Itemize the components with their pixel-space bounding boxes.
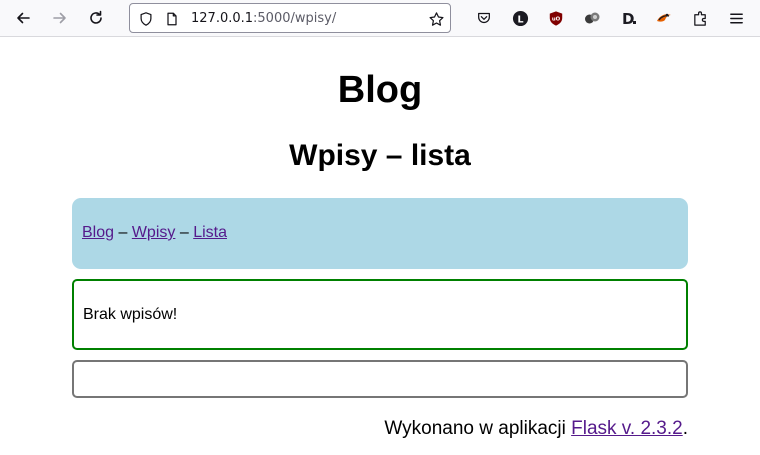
pocket-icon[interactable] xyxy=(474,8,494,28)
breadcrumb: Blog – Wpisy – Lista xyxy=(72,198,688,269)
browser-toolbar: 127.0.0.1:5000/wpisy/ L uO D xyxy=(0,0,760,37)
ublock-icon[interactable]: uO xyxy=(546,8,566,28)
url-bar[interactable]: 127.0.0.1:5000/wpisy/ xyxy=(129,3,451,33)
page-content: Blog Wpisy – lista Blog – Wpisy – Lista … xyxy=(0,38,760,455)
forward-icon[interactable] xyxy=(47,5,73,31)
extension-cat-icon[interactable] xyxy=(654,8,674,28)
bookmark-star-icon[interactable] xyxy=(427,10,445,28)
extension-d-icon[interactable]: D xyxy=(618,8,638,28)
breadcrumb-link-lista[interactable]: Lista xyxy=(193,224,227,241)
footer: Wykonano w aplikacji Flask v. 2.3.2. xyxy=(72,417,688,441)
shield-icon[interactable] xyxy=(137,10,155,28)
empty-content-box xyxy=(72,360,688,398)
footer-suffix: . xyxy=(682,418,688,439)
url-host: 127.0.0.1 xyxy=(191,11,254,26)
empty-message-text: Brak wpisów! xyxy=(83,306,178,323)
extension-l-icon[interactable]: L xyxy=(510,8,530,28)
svg-text:L: L xyxy=(517,14,523,25)
page-icon[interactable] xyxy=(163,10,181,28)
site-title: Blog xyxy=(337,69,423,111)
back-icon[interactable] xyxy=(10,5,36,31)
breadcrumb-link-blog[interactable]: Blog xyxy=(82,224,114,241)
extension-dots-icon[interactable] xyxy=(582,8,602,28)
menu-icon[interactable] xyxy=(726,8,746,28)
breadcrumb-separator: – xyxy=(179,224,194,241)
page-title: Wpisy – lista xyxy=(289,139,471,172)
empty-message-box: Brak wpisów! xyxy=(72,279,688,350)
reload-icon[interactable] xyxy=(83,5,109,31)
extensions-puzzle-icon[interactable] xyxy=(690,8,710,28)
svg-text:uO: uO xyxy=(552,16,561,22)
flask-link[interactable]: Flask v. 2.3.2 xyxy=(571,418,683,439)
url-path: :5000/wpisy/ xyxy=(253,11,337,26)
url-text[interactable]: 127.0.0.1:5000/wpisy/ xyxy=(191,11,336,26)
breadcrumb-link-wpisy[interactable]: Wpisy xyxy=(132,224,176,241)
svg-text:D: D xyxy=(622,10,634,27)
breadcrumb-separator: – xyxy=(118,224,132,241)
footer-text: Wykonano w aplikacji xyxy=(384,418,572,439)
